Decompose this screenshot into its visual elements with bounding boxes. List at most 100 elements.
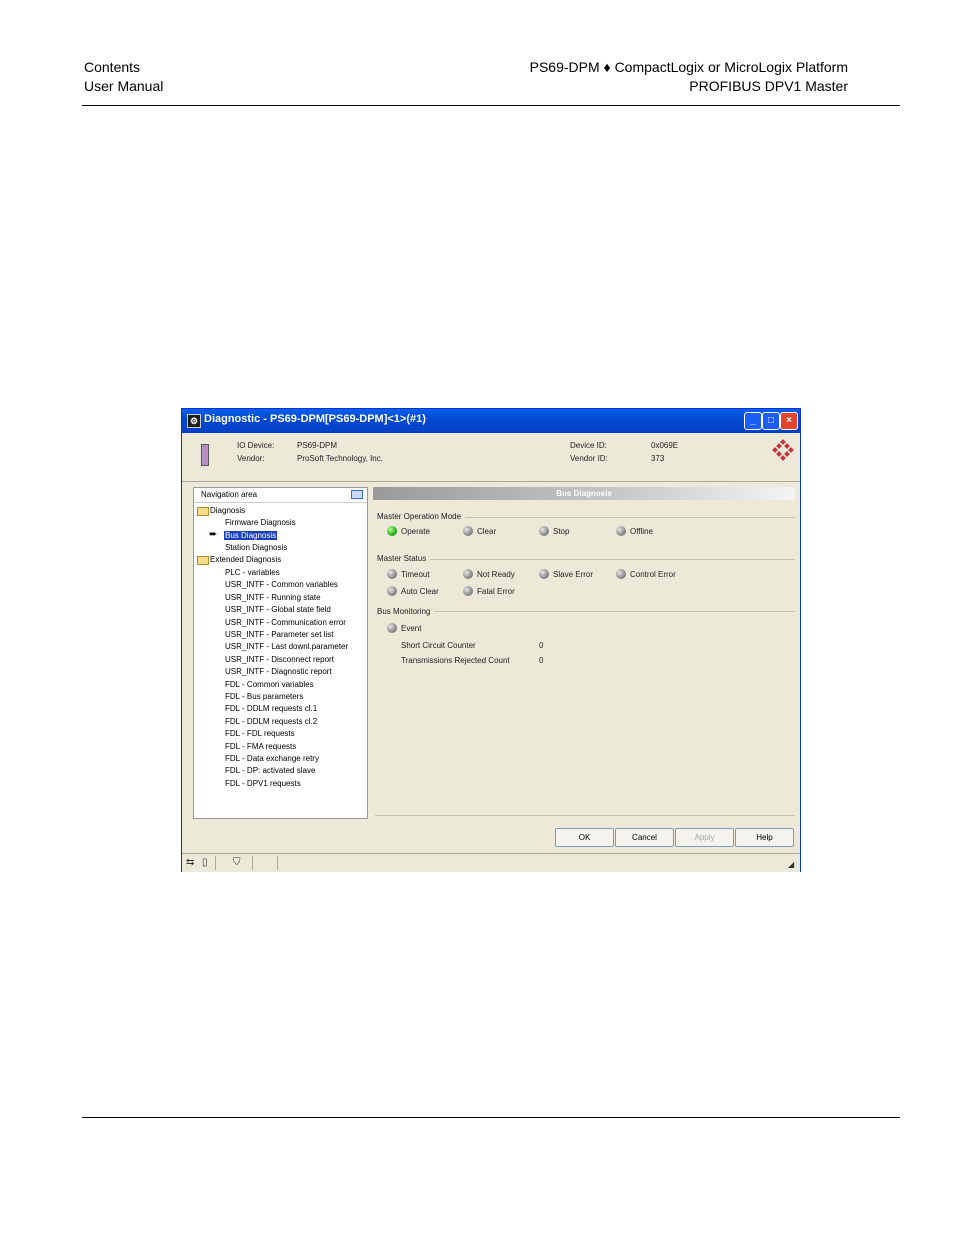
tree-extended-item[interactable]: USR_INTF - Common variables — [225, 579, 338, 590]
tree-extended-item[interactable]: USR_INTF - Global state field — [225, 604, 331, 615]
led-event-icon — [387, 623, 397, 633]
app-icon: ⚙ — [187, 414, 201, 428]
tree-extended-item[interactable]: FDL - FMA requests — [225, 741, 296, 752]
rejected-count-value: 0 — [539, 656, 544, 665]
close-button[interactable]: × — [780, 412, 798, 430]
tree-extended-item[interactable]: USR_INTF - Diagnostic report — [225, 666, 332, 677]
cancel-button[interactable]: Cancel — [615, 828, 674, 847]
tree-firmware-diagnosis[interactable]: Firmware Diagnosis — [225, 517, 296, 528]
tree-station-diagnosis[interactable]: Station Diagnosis — [225, 542, 287, 553]
tree-extended-diagnosis[interactable]: Extended Diagnosis — [210, 554, 281, 565]
vendor-value: ProSoft Technology, Inc. — [297, 454, 383, 463]
minimize-button[interactable]: _ — [744, 412, 762, 430]
led-not-ready-icon — [463, 569, 473, 579]
tree-diagnosis[interactable]: Diagnosis — [210, 505, 245, 516]
group-divider — [434, 611, 795, 612]
header-rule — [82, 105, 900, 106]
apply-button[interactable]: Apply — [675, 828, 734, 847]
led-slave-error-icon — [539, 569, 549, 579]
offline-label: Offline — [630, 527, 653, 536]
tree-extended-item[interactable]: FDL - Bus parameters — [225, 691, 303, 702]
timeout-label: Timeout — [401, 570, 430, 579]
title-bar[interactable]: ⚙ Diagnostic - PS69-DPM[PS69-DPM]<1>(#1)… — [182, 409, 800, 433]
status-bar: ⇆ ▯ ⛉ ◢ — [182, 853, 800, 872]
master-operation-mode-label: Master Operation Mode — [377, 512, 462, 521]
device-status-icon: ▯ — [202, 857, 208, 868]
page-header-right: PS69-DPM ♦ CompactLogix or MicroLogix Pl… — [530, 58, 848, 96]
navigation-area: Navigation area Diagnosis Firmware Diagn… — [193, 487, 368, 819]
group-divider — [430, 559, 795, 560]
short-circuit-label: Short Circuit Counter — [401, 641, 476, 650]
device-icon — [201, 444, 209, 466]
control-error-label: Control Error — [630, 570, 676, 579]
tree-extended-item[interactable]: USR_INTF - Last downl.parameter — [225, 641, 348, 652]
tree-extended-item[interactable]: FDL - DDLM requests cl.1 — [225, 703, 317, 714]
io-device-label: IO Device: — [237, 441, 275, 450]
led-stop-icon — [539, 526, 549, 536]
tree-extended-item[interactable]: FDL - Common variables — [225, 679, 314, 690]
device-info-panel — [182, 433, 800, 482]
led-timeout-icon — [387, 569, 397, 579]
stop-label: Stop — [553, 527, 570, 536]
tree-extended-item[interactable]: FDL - FDL requests — [225, 728, 295, 739]
arrow-right-icon: ➨ — [209, 529, 218, 540]
led-operate-icon — [387, 526, 397, 536]
status-divider — [252, 856, 253, 870]
header-contents: Contents — [84, 59, 141, 75]
tree-extended-item[interactable]: PLC - variables — [225, 567, 280, 578]
panel-toggle-icon[interactable] — [351, 490, 363, 499]
led-clear-icon — [463, 526, 473, 536]
tree-bus-diagnosis-label: Bus Diagnosis — [224, 531, 278, 540]
maximize-button[interactable]: □ — [762, 412, 780, 430]
io-device-value: PS69-DPM — [297, 441, 338, 450]
vendor-logo-icon — [772, 439, 794, 461]
tree-extended-item[interactable]: USR_INTF - Parameter set list — [225, 629, 333, 640]
slave-error-label: Slave Error — [553, 570, 594, 579]
security-icon: ⛉ — [233, 857, 241, 868]
vendor-id-label: Vendor ID: — [570, 454, 608, 463]
status-divider — [277, 856, 278, 870]
vendor-label: Vendor: — [237, 454, 265, 463]
operate-label: Operate — [401, 527, 430, 536]
status-divider — [215, 856, 216, 870]
master-status-label: Master Status — [377, 554, 427, 563]
bus-monitoring-label: Bus Monitoring — [377, 607, 431, 616]
clear-label: Clear — [477, 527, 497, 536]
event-label: Event — [401, 624, 422, 633]
short-circuit-value: 0 — [539, 641, 544, 650]
footer-rule — [82, 1117, 900, 1118]
folder-icon — [197, 556, 209, 565]
window-title: Diagnostic - PS69-DPM[PS69-DPM]<1>(#1) — [204, 413, 426, 425]
tree-extended-item[interactable]: FDL - DPV1 requests — [225, 778, 301, 789]
navigation-header-label: Navigation area — [201, 490, 258, 499]
tree-extended-item[interactable]: FDL - DP: activated slave — [225, 765, 315, 776]
device-id-value: 0x069E — [651, 441, 679, 450]
content-divider — [375, 815, 795, 816]
auto-clear-label: Auto Clear — [401, 587, 439, 596]
page-header-left: Contents User Manual — [84, 58, 163, 96]
vendor-id-value: 373 — [651, 454, 665, 463]
rejected-count-label: Transmissions Rejected Count — [401, 656, 510, 665]
tree-extended-item[interactable]: USR_INTF - Communication error — [225, 617, 346, 628]
header-product: PS69-DPM ♦ CompactLogix or MicroLogix Pl… — [529, 59, 848, 75]
network-icon: ⇆ — [186, 857, 195, 868]
device-id-label: Device ID: — [570, 441, 607, 450]
tree-extended-item[interactable]: FDL - DDLM requests cl.2 — [225, 716, 317, 727]
ok-button[interactable]: OK — [555, 828, 614, 847]
help-button[interactable]: Help — [735, 828, 794, 847]
not-ready-label: Not Ready — [477, 570, 515, 579]
resize-grip-icon[interactable]: ◢ — [788, 859, 794, 871]
folder-icon — [197, 507, 209, 516]
tree-extended-item[interactable]: USR_INTF - Running state — [225, 592, 321, 603]
tree-bus-diagnosis[interactable]: Bus Diagnosis — [224, 530, 278, 541]
bus-diagnosis-title: Bus Diagnosis — [373, 487, 795, 500]
led-offline-icon — [616, 526, 626, 536]
tree-extended-item[interactable]: FDL - Data exchange retry — [225, 753, 319, 764]
header-subtitle: PROFIBUS DPV1 Master — [689, 78, 848, 94]
fatal-error-label: Fatal Error — [477, 587, 515, 596]
led-control-error-icon — [616, 569, 626, 579]
led-fatal-error-icon — [463, 586, 473, 596]
tree-extended-item[interactable]: USR_INTF - Disconnect report — [225, 654, 334, 665]
led-auto-clear-icon — [387, 586, 397, 596]
header-user-manual: User Manual — [84, 78, 164, 94]
